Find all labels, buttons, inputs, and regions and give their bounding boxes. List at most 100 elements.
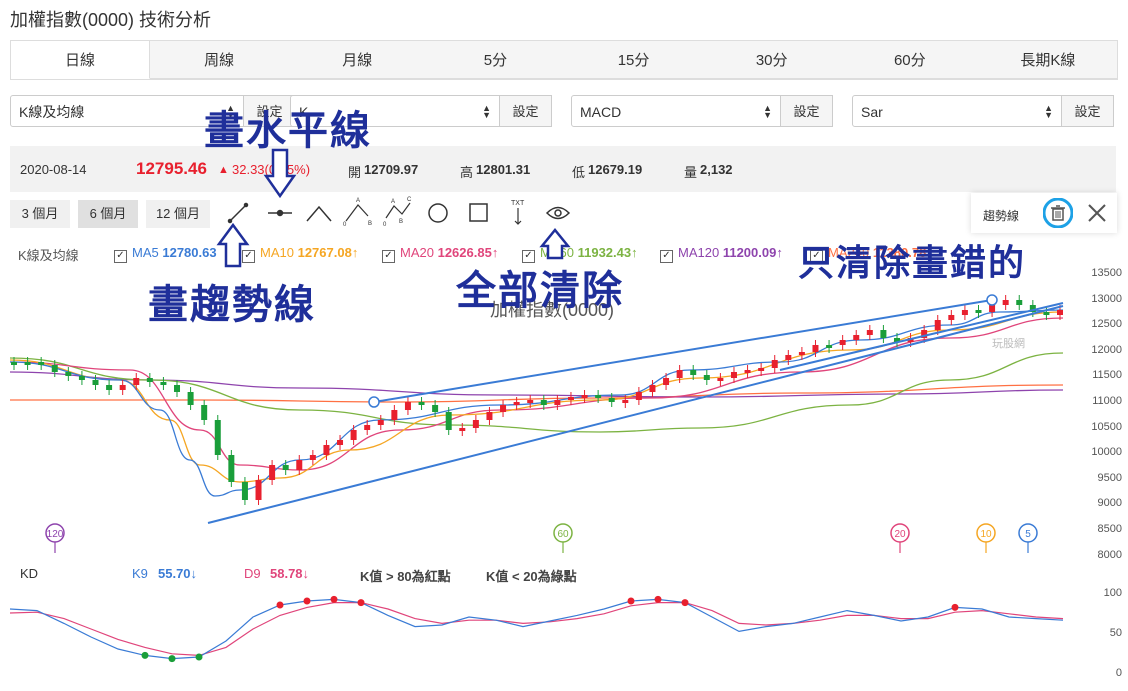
price-axis-tick: 13500 bbox=[1091, 267, 1122, 279]
candle bbox=[133, 378, 140, 385]
k9-label: K9 bbox=[132, 566, 148, 581]
price-axis-tick: 9500 bbox=[1097, 471, 1122, 484]
candle bbox=[296, 460, 303, 470]
trend-line-handle bbox=[368, 396, 380, 408]
d9-label: D9 bbox=[244, 566, 261, 581]
candle bbox=[595, 395, 602, 398]
candle bbox=[282, 465, 289, 470]
ma-marker-label: 20 bbox=[894, 529, 906, 540]
candle bbox=[1043, 312, 1050, 315]
annotation-clear-all: 全部清除 bbox=[456, 267, 624, 314]
candle bbox=[1002, 300, 1009, 305]
candle bbox=[119, 385, 126, 390]
candle bbox=[92, 380, 99, 385]
candle bbox=[839, 340, 846, 345]
candle bbox=[24, 362, 31, 365]
candle bbox=[826, 345, 833, 348]
ma-marker-label: 60 bbox=[557, 529, 569, 540]
kd-axis-50: 50 bbox=[1109, 627, 1122, 639]
candle bbox=[581, 395, 588, 398]
candle bbox=[459, 428, 466, 431]
price-axis-tick: 10500 bbox=[1091, 420, 1122, 433]
kd-green-dot bbox=[195, 653, 203, 661]
kd-green-note: K值 < 20為綠點 bbox=[486, 569, 577, 584]
k9-value: 55.70↓ bbox=[158, 566, 198, 581]
candle bbox=[567, 397, 574, 400]
candle bbox=[241, 482, 248, 500]
candle bbox=[540, 400, 547, 405]
kd-red-dot bbox=[627, 597, 635, 605]
candle bbox=[866, 330, 873, 335]
kd-red-dot bbox=[654, 595, 662, 603]
trend-line bbox=[207, 305, 1064, 524]
kd-red-dot bbox=[303, 597, 311, 605]
candle bbox=[445, 412, 452, 430]
candle bbox=[500, 405, 507, 412]
candle bbox=[703, 375, 710, 380]
candle bbox=[758, 368, 765, 371]
candle bbox=[635, 392, 642, 400]
kd-green-dot bbox=[141, 651, 149, 659]
candle bbox=[106, 385, 113, 390]
candle bbox=[432, 405, 439, 412]
price-axis-tick: 12000 bbox=[1091, 343, 1122, 356]
kd-k-line bbox=[9, 598, 1064, 660]
d9-value: 58.78↓ bbox=[270, 566, 310, 581]
candle bbox=[649, 385, 656, 392]
candle bbox=[255, 480, 262, 500]
candle bbox=[174, 385, 181, 392]
candle bbox=[201, 405, 208, 420]
kd-red-dot bbox=[357, 599, 365, 607]
candle bbox=[65, 372, 72, 376]
candle bbox=[51, 365, 58, 372]
candle bbox=[554, 400, 561, 405]
candle bbox=[269, 465, 276, 480]
price-chart[interactable]: 120 60 20 10 5 bbox=[0, 0, 1128, 691]
ma-line-4 bbox=[9, 311, 1064, 483]
kd-red-dot bbox=[681, 599, 689, 607]
candle bbox=[418, 402, 425, 405]
candle bbox=[771, 360, 778, 368]
candle bbox=[1016, 300, 1023, 305]
candle bbox=[622, 400, 629, 403]
candle bbox=[690, 370, 697, 375]
candle bbox=[187, 392, 194, 405]
ma-marker-label: 120 bbox=[47, 529, 64, 540]
kd-red-dot bbox=[951, 603, 959, 611]
candle bbox=[350, 430, 357, 440]
candle bbox=[989, 305, 996, 312]
candle bbox=[78, 376, 85, 380]
candle bbox=[948, 315, 955, 320]
candle bbox=[608, 398, 615, 402]
logo: 玩股網 bbox=[992, 338, 1025, 350]
candle bbox=[323, 445, 330, 455]
candle bbox=[228, 455, 235, 482]
kd-axis-0: 0 bbox=[1115, 667, 1122, 679]
kd-red-note: K值 > 80為紅點 bbox=[360, 569, 451, 584]
candle bbox=[798, 352, 805, 355]
candle bbox=[146, 378, 153, 382]
candle bbox=[364, 425, 371, 430]
candle bbox=[676, 370, 683, 378]
candle bbox=[486, 412, 493, 420]
price-axis-tick: 11500 bbox=[1092, 369, 1122, 382]
candle bbox=[404, 402, 411, 410]
candle bbox=[527, 400, 534, 403]
candle bbox=[934, 320, 941, 330]
candle bbox=[160, 382, 167, 385]
price-axis-tick: 9000 bbox=[1097, 497, 1122, 510]
annotation-clear-wrong: 只清除畫錯的 bbox=[798, 242, 1027, 284]
candle bbox=[730, 372, 737, 378]
candle bbox=[513, 402, 520, 405]
candle bbox=[717, 378, 724, 381]
kd-axis-100: 100 bbox=[1103, 587, 1122, 599]
price-axis-tick: 8500 bbox=[1097, 523, 1122, 535]
candle bbox=[11, 362, 17, 365]
candle bbox=[853, 335, 860, 340]
candle bbox=[744, 370, 751, 373]
kd-green-dot bbox=[168, 655, 176, 663]
ma-marker-label: 10 bbox=[980, 529, 992, 540]
candle bbox=[1057, 310, 1063, 315]
candle bbox=[472, 420, 479, 428]
candle bbox=[961, 310, 968, 315]
